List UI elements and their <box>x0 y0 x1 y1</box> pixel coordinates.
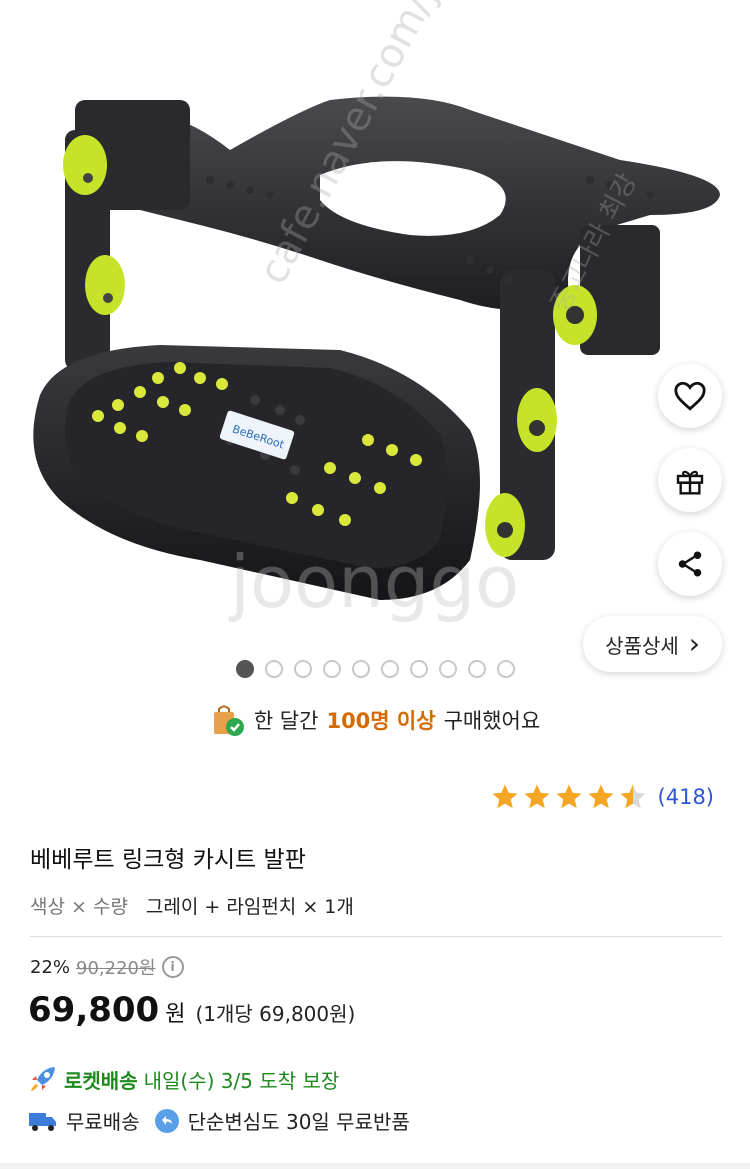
rocket-delivery-date: 내일(수) 3/5 도착 보장 <box>143 1068 340 1093</box>
wishlist-button[interactable] <box>658 364 722 428</box>
purchase-social-proof: 한 달간 100명 이상 구매했어요 <box>0 702 750 738</box>
discount-rate: 22% <box>30 956 71 978</box>
share-button[interactable] <box>658 532 722 596</box>
carousel-dot[interactable] <box>410 660 428 678</box>
carousel-dot[interactable] <box>352 660 370 678</box>
carousel-dot[interactable] <box>381 660 399 678</box>
carousel-dot[interactable] <box>497 660 515 678</box>
carousel-dot[interactable] <box>265 660 283 678</box>
truck-icon <box>29 1112 56 1131</box>
info-icon[interactable]: i <box>161 956 184 978</box>
original-price: 90,220원 <box>76 958 156 979</box>
shopping-bag-check-icon <box>213 705 244 736</box>
review-count[interactable]: (418) <box>658 785 714 809</box>
gift-button[interactable] <box>658 448 722 512</box>
gift-icon <box>676 470 704 495</box>
rating-stars <box>490 782 648 812</box>
sale-price: 69,800 <box>28 990 160 1030</box>
social-proof-prefix: 한 달간 <box>253 709 319 733</box>
option-label: 색상 × 수량 <box>30 896 128 918</box>
watermark-brand: joonggo <box>230 540 520 624</box>
rocket-delivery-label: 로켓배송 <box>64 1068 138 1093</box>
social-proof-highlight: 100명 이상 <box>326 709 436 733</box>
option-value: 그레이 + 라임펀치 × 1개 <box>145 896 354 918</box>
discount-row: 22% 90,220원 i <box>30 954 184 980</box>
selected-options[interactable]: 색상 × 수량 그레이 + 라임펀치 × 1개 <box>30 892 354 919</box>
carousel-dot[interactable] <box>236 660 254 678</box>
unit-price: (1개당 69,800원) <box>195 1002 356 1026</box>
delivery-info-row: 무료배송 단순변심도 30일 무료반품 <box>28 1106 410 1135</box>
free-return-label: 단순변심도 30일 무료반품 <box>187 1110 410 1134</box>
product-title: 베베루트 링크형 카시트 발판 <box>30 847 306 873</box>
social-proof-suffix: 구매했어요 <box>443 709 541 733</box>
free-shipping-label: 무료배송 <box>66 1110 140 1134</box>
heart-icon <box>674 381 706 411</box>
bottom-divider <box>0 1163 750 1169</box>
carousel-dot[interactable] <box>323 660 341 678</box>
rating-summary[interactable]: (418) <box>490 782 714 812</box>
star-icon <box>492 784 518 809</box>
chevron-right-icon: › <box>688 627 700 660</box>
sale-price-currency: 원 <box>165 1002 186 1027</box>
divider <box>30 936 722 937</box>
star-icon <box>524 784 550 809</box>
star-icon <box>620 784 646 809</box>
rocket-icon <box>31 1067 55 1091</box>
carousel-dot[interactable] <box>468 660 486 678</box>
star-icon <box>556 784 582 809</box>
product-detail-label: 상품상세 <box>605 633 679 658</box>
rocket-delivery-row: 로켓배송 내일(수) 3/5 도착 보장 <box>28 1064 339 1094</box>
carousel-dot[interactable] <box>294 660 312 678</box>
return-icon <box>154 1108 179 1133</box>
carousel-dot[interactable] <box>439 660 457 678</box>
sale-price-row: 69,800 원 (1개당 69,800원) <box>28 990 355 1030</box>
star-icon <box>588 784 614 809</box>
product-image[interactable]: BeBeRoot cafe.naver.com/joonggonara joon… <box>0 0 750 690</box>
carousel-indicator <box>236 660 515 678</box>
product-detail-button[interactable]: 상품상세 › <box>583 616 722 672</box>
share-icon <box>678 551 702 577</box>
